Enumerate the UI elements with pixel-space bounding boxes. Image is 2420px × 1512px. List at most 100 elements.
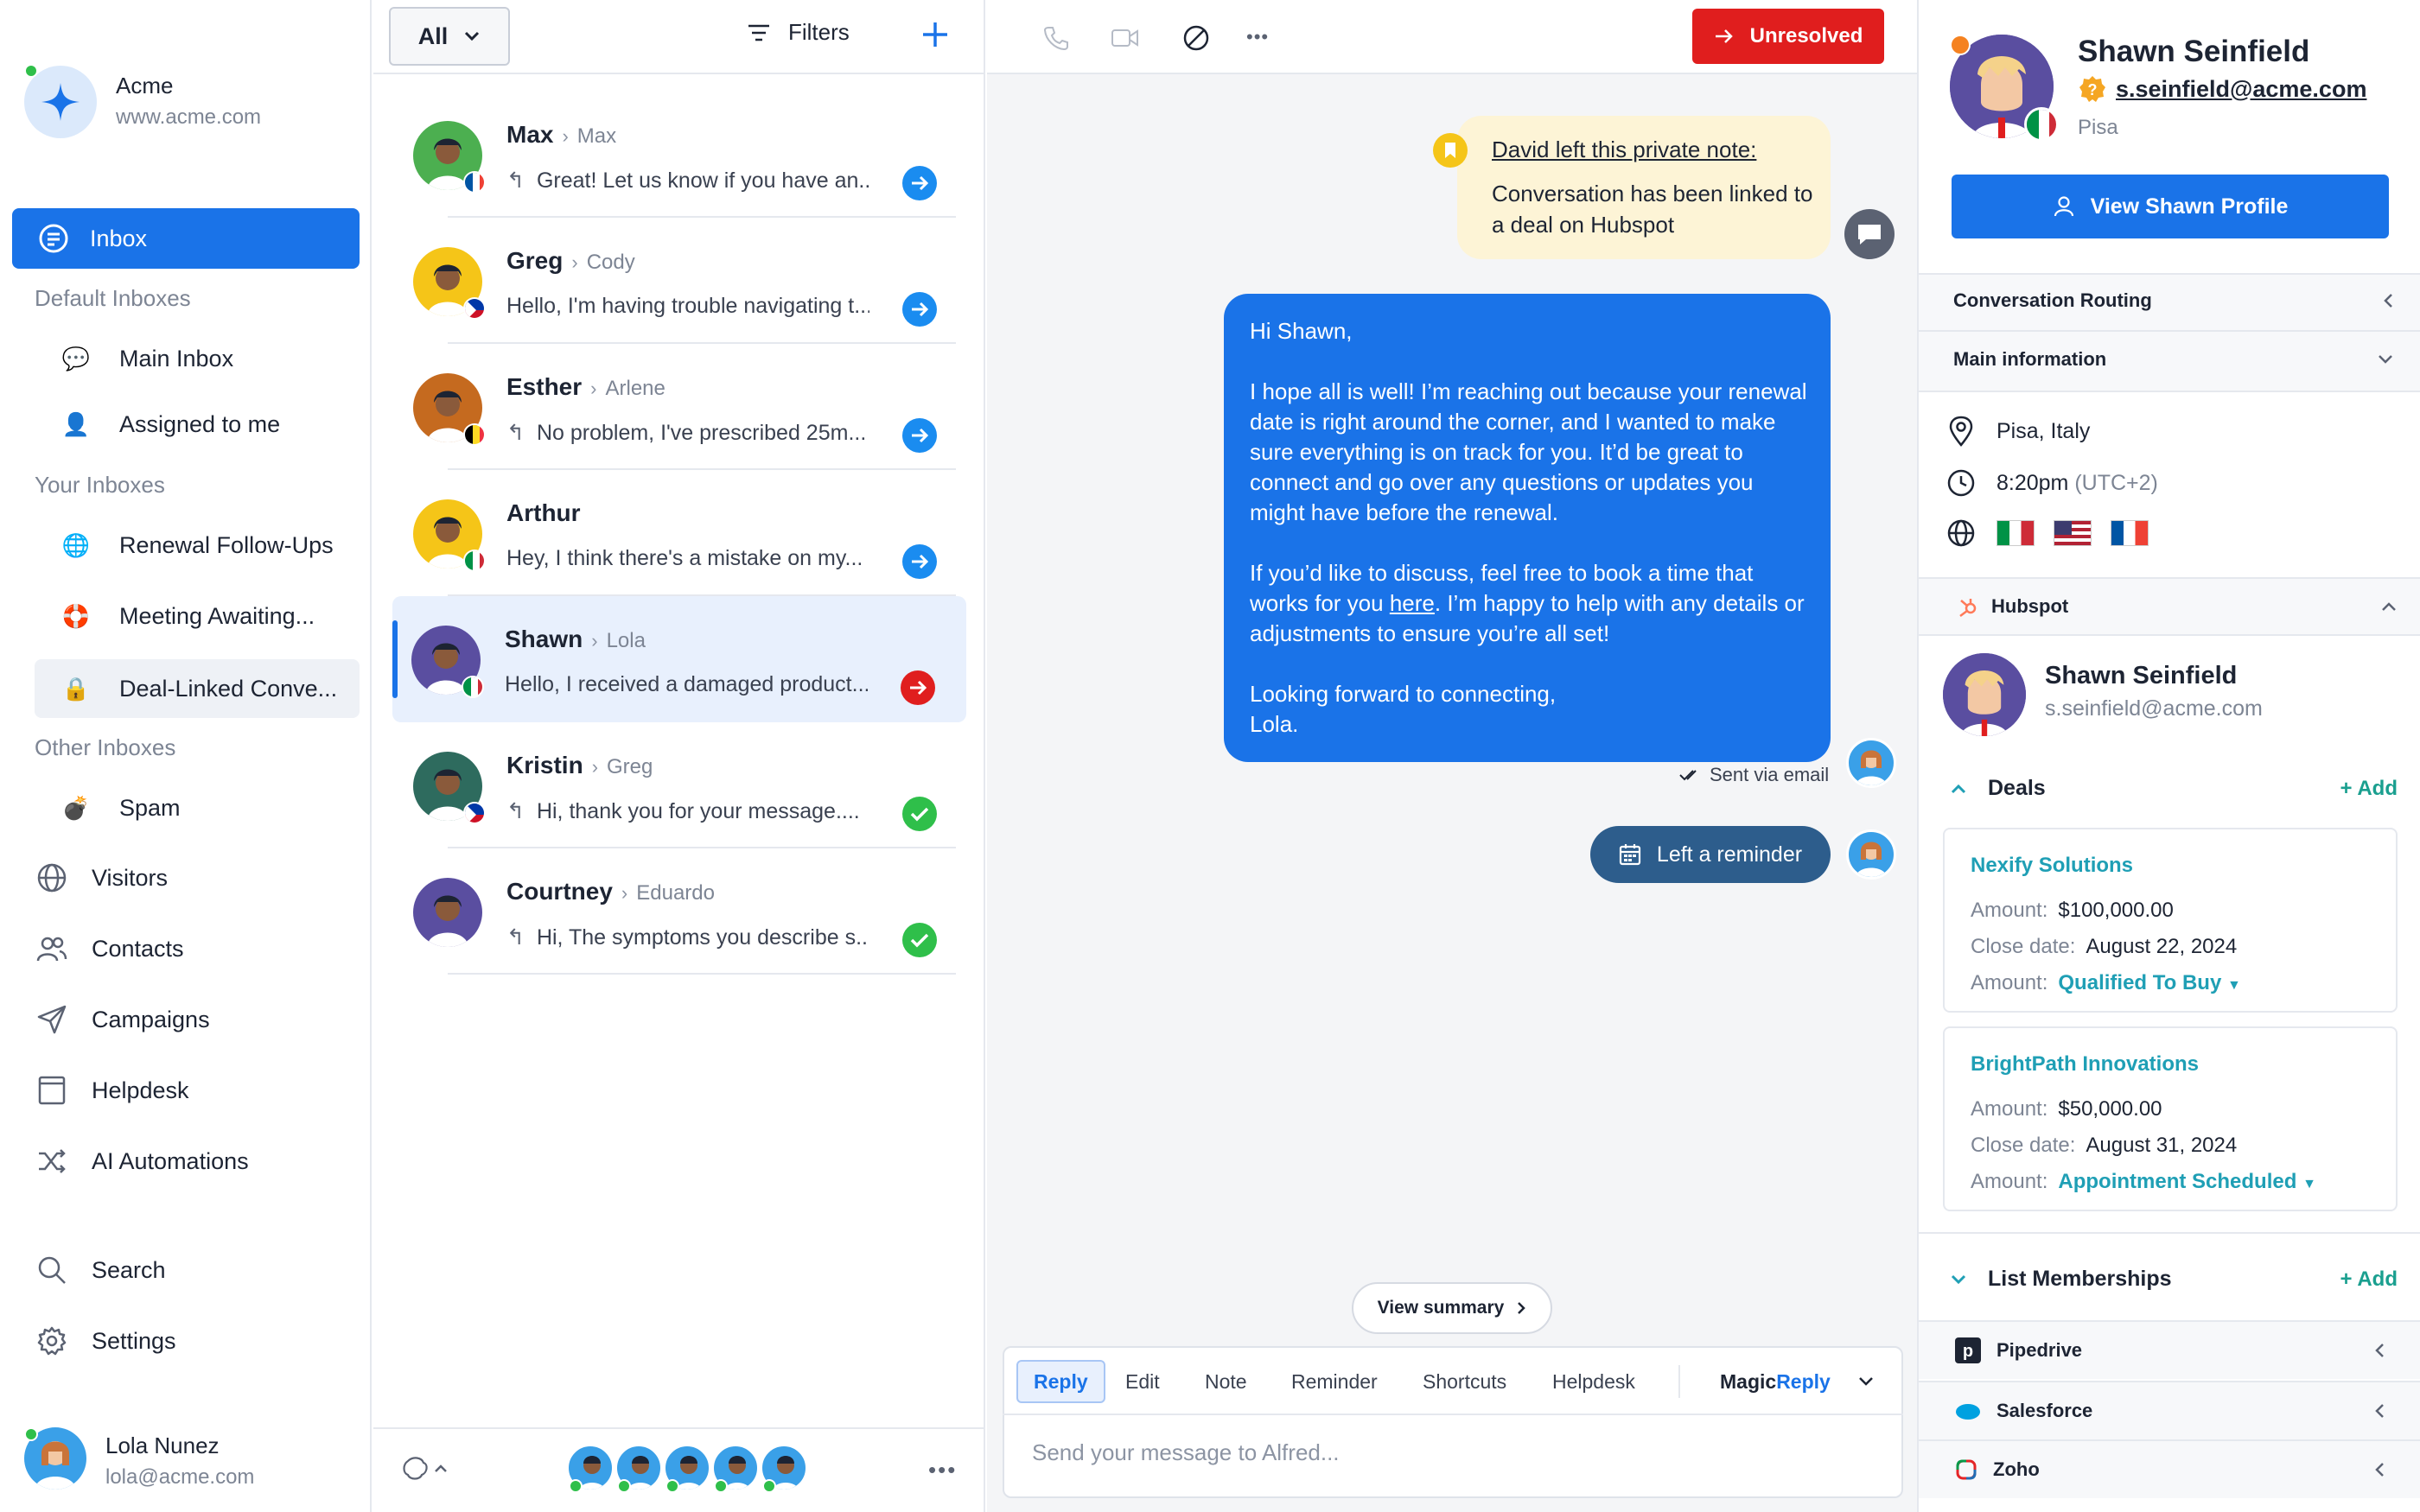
workspace-logo[interactable] bbox=[24, 66, 97, 138]
message-preview: ↰ Hi, The symptoms you describe s... bbox=[506, 924, 869, 950]
integration-salesforce[interactable]: Salesforce bbox=[1919, 1381, 2420, 1439]
inbox-filter-select[interactable]: All bbox=[389, 7, 510, 66]
sidebar-item-meeting-awaiting[interactable]: 🛟 Meeting Awaiting... bbox=[60, 589, 315, 643]
resolved-check-icon[interactable] bbox=[902, 923, 937, 957]
nav-item-search[interactable]: Search bbox=[35, 1244, 166, 1296]
flag-icon bbox=[463, 297, 486, 320]
nav-item-ai-automations[interactable]: AI Automations bbox=[35, 1135, 249, 1187]
conversation-item[interactable]: Kristin › Greg ↰ Hi, thank you for your mess… bbox=[394, 722, 973, 848]
add-list-link[interactable]: + Add bbox=[2340, 1267, 2398, 1292]
tab-edit[interactable]: Edit bbox=[1125, 1360, 1160, 1403]
conversation-item[interactable]: Max › Max ↰ Great! Let us know if you have a… bbox=[394, 92, 973, 218]
section-main-information[interactable]: Main information bbox=[1953, 335, 2394, 384]
nav-item-campaigns[interactable]: Campaigns bbox=[35, 994, 210, 1045]
deal-card[interactable]: Nexify Solutions Amount: $100,000.00 Clos… bbox=[1943, 828, 2398, 1013]
magic-reply-button[interactable]: Magic Reply bbox=[1720, 1360, 1831, 1403]
deal-company[interactable]: BrightPath Innovations bbox=[1971, 1052, 2370, 1077]
nav-item-visitors[interactable]: Visitors bbox=[35, 852, 168, 904]
local-time-row: 8:20pm (UTC+2) bbox=[1945, 467, 2158, 499]
reply-icon: ↰ bbox=[506, 168, 525, 193]
message-input[interactable]: Send your message to Alfred... bbox=[1032, 1439, 1340, 1466]
tab-shortcuts[interactable]: Shortcuts bbox=[1423, 1360, 1506, 1403]
chevron-down-icon[interactable] bbox=[1950, 1274, 1967, 1286]
section-conversation-routing[interactable]: Conversation Routing bbox=[1953, 276, 2394, 325]
hubspot-contact-avatar bbox=[1943, 653, 2026, 736]
list-memberships-header: List Memberships + Add bbox=[1950, 1267, 2398, 1292]
filters-button[interactable]: Filters bbox=[747, 19, 850, 46]
nav-item-settings[interactable]: Settings bbox=[35, 1315, 176, 1367]
tab-helpdesk[interactable]: Helpdesk bbox=[1552, 1360, 1635, 1403]
nav-label: Inbox bbox=[90, 226, 148, 251]
deal-stage-select[interactable]: Appointment Scheduled bbox=[2058, 1170, 2296, 1193]
video-icon[interactable] bbox=[1108, 21, 1143, 55]
booking-link[interactable]: here bbox=[1390, 590, 1435, 616]
bomb-icon: 💣 bbox=[61, 794, 91, 821]
reminder-chip[interactable]: Left a reminder bbox=[1590, 826, 1831, 883]
chevron-down-icon[interactable] bbox=[1855, 1370, 1877, 1393]
sidebar-item-renewal-follow-ups[interactable]: 🌐 Renewal Follow-Ups bbox=[60, 518, 334, 572]
nav-item-contacts[interactable]: Contacts bbox=[35, 923, 184, 975]
avatar bbox=[1846, 738, 1896, 788]
chevron-right-icon bbox=[1516, 1300, 1526, 1316]
online-indicator bbox=[714, 1479, 728, 1493]
unresolved-button[interactable]: Unresolved bbox=[1692, 9, 1884, 64]
email-greeting: Hi Shawn, bbox=[1250, 318, 1353, 344]
conversation-item[interactable]: Shawn › Lola Hello, I received a damaged pr… bbox=[392, 596, 966, 722]
avatar bbox=[413, 878, 482, 947]
section-title: Main information bbox=[1953, 348, 2107, 370]
phone-icon[interactable] bbox=[1039, 21, 1073, 55]
brain-toggle-button[interactable] bbox=[399, 1453, 455, 1484]
forward-arrow-icon[interactable] bbox=[902, 166, 937, 200]
forward-arrow-icon[interactable] bbox=[902, 418, 937, 453]
conversation-item[interactable]: Esther › Arlene ↰ No problem, I've prescribe… bbox=[394, 344, 973, 470]
unverified-badge-icon: ? bbox=[2078, 74, 2107, 104]
more-icon[interactable]: ••• bbox=[928, 1457, 957, 1483]
deal-field-value: $50,000.00 bbox=[2058, 1097, 2162, 1121]
user-icon: 👤 bbox=[61, 410, 91, 437]
tab-reminder[interactable]: Reminder bbox=[1291, 1360, 1378, 1403]
urgent-arrow-icon[interactable] bbox=[901, 670, 935, 705]
email-text: s.seinfield@acme.com bbox=[2116, 75, 2367, 102]
conversation-item[interactable]: Arthur Hey, I think there's a mistake on … bbox=[394, 470, 973, 596]
sidebar-item-main-inbox[interactable]: 💬 Main Inbox bbox=[60, 332, 233, 385]
more-options-icon[interactable]: ••• bbox=[1246, 26, 1269, 48]
conversation-name: Arthur bbox=[506, 499, 581, 527]
deal-stage-select[interactable]: Qualified To Buy bbox=[2058, 971, 2221, 994]
contact-name: Shawn Seinfield bbox=[2078, 35, 2310, 68]
forward-arrow-icon[interactable] bbox=[902, 292, 937, 327]
svg-text:?: ? bbox=[2088, 81, 2098, 98]
flag-icon bbox=[462, 676, 484, 698]
nav-item-helpdesk[interactable]: Helpdesk bbox=[35, 1064, 189, 1116]
block-icon[interactable] bbox=[1179, 21, 1213, 55]
view-profile-button[interactable]: View Shawn Profile bbox=[1952, 175, 2389, 238]
sidebar-item-spam[interactable]: 💣 Spam bbox=[60, 781, 181, 835]
assignee-name: Eduardo bbox=[636, 881, 715, 905]
resolved-check-icon[interactable] bbox=[902, 797, 937, 831]
deal-card[interactable]: BrightPath Innovations Amount: $50,000.00… bbox=[1943, 1026, 2398, 1211]
conversation-item[interactable]: Courtney › Eduardo ↰ Hi, The symptoms you de… bbox=[394, 848, 973, 975]
forward-arrow-icon[interactable] bbox=[902, 544, 937, 579]
deal-field-label: Amount: bbox=[1971, 899, 2048, 922]
contact-email[interactable]: ? s.seinfield@acme.com bbox=[2078, 74, 2366, 104]
sidebar-item-assigned-to-me[interactable]: 👤 Assigned to me bbox=[60, 397, 280, 451]
view-summary-button[interactable]: View summary bbox=[1352, 1282, 1552, 1334]
tab-note[interactable]: Note bbox=[1205, 1360, 1247, 1403]
new-conversation-button[interactable] bbox=[918, 17, 952, 52]
integration-zoho[interactable]: Zoho bbox=[1919, 1439, 2420, 1498]
chevron-right-icon: › bbox=[591, 630, 598, 651]
flag-icon bbox=[463, 423, 486, 446]
user-email: lola@acme.com bbox=[105, 1465, 255, 1489]
sidebar-item-deal-linked[interactable]: 🔒 Deal-Linked Conve... bbox=[60, 662, 337, 715]
conversation-item[interactable]: Greg › Cody Hello, I'm having trouble navig… bbox=[394, 218, 973, 344]
tab-reply[interactable]: Reply bbox=[1016, 1360, 1105, 1403]
deal-company[interactable]: Nexify Solutions bbox=[1971, 854, 2370, 878]
nav-item-inbox[interactable]: Inbox bbox=[12, 208, 360, 269]
chevron-right-icon: › bbox=[590, 378, 597, 399]
section-hubspot[interactable]: Hubspot bbox=[1957, 582, 2398, 631]
integration-pipedrive[interactable]: p Pipedrive bbox=[1919, 1320, 2420, 1379]
svg-text:p: p bbox=[1963, 1342, 1973, 1361]
inbox-icon bbox=[36, 221, 71, 256]
add-deal-link[interactable]: + Add bbox=[2340, 777, 2398, 801]
reply-icon: ↰ bbox=[506, 421, 525, 445]
chevron-up-icon[interactable] bbox=[1950, 783, 1967, 795]
